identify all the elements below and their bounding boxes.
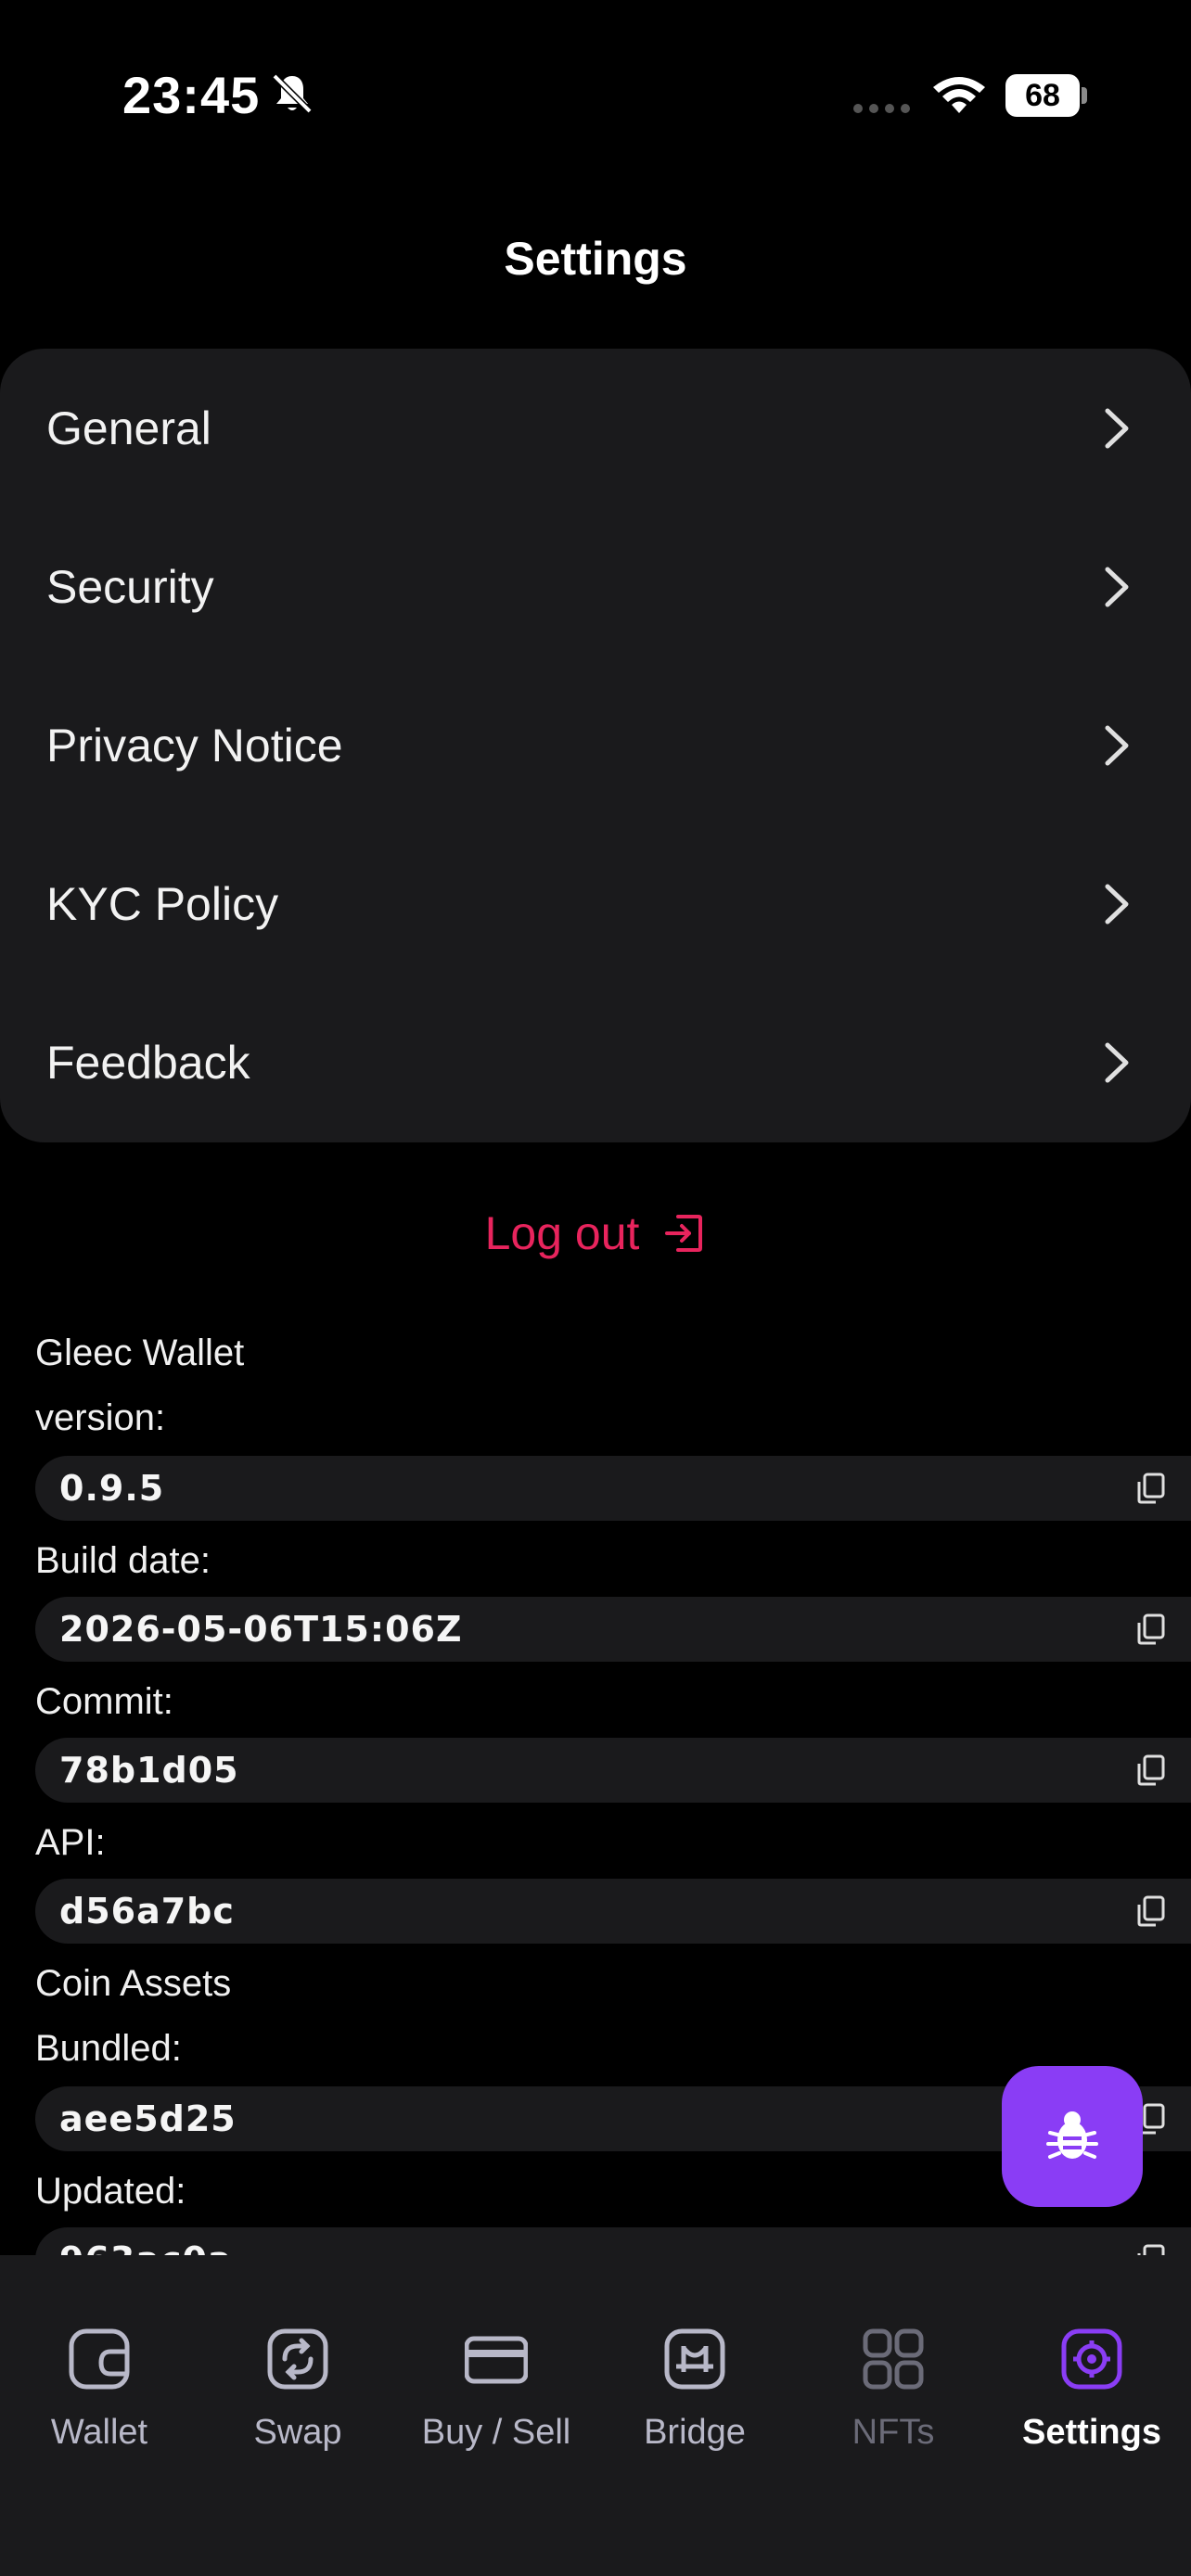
chevron-right-icon xyxy=(1105,884,1129,924)
version-value: 0.9.5 xyxy=(59,1468,165,1509)
logout-icon xyxy=(665,1215,703,1252)
api-value: d56a7bc xyxy=(59,1891,235,1932)
updated-label: Updated: xyxy=(35,2171,186,2212)
menu-item-feedback[interactable]: Feedback xyxy=(0,983,1191,1141)
nav-label: Settings xyxy=(1022,2413,1161,2452)
nav-item-nfts[interactable]: NFTs xyxy=(794,2302,992,2468)
menu-item-privacy-notice[interactable]: Privacy Notice xyxy=(0,666,1191,824)
card-icon xyxy=(465,2336,528,2384)
menu-item-kyc-policy[interactable]: KYC Policy xyxy=(0,824,1191,983)
nav-label: Swap xyxy=(253,2413,342,2452)
menu-item-security[interactable]: Security xyxy=(0,507,1191,666)
logout-label: Log out xyxy=(484,1207,640,1259)
version-label-cont: version: xyxy=(35,1397,166,1438)
battery-indicator: 68 xyxy=(1005,74,1087,117)
menu-item-label: Privacy Notice xyxy=(46,719,343,772)
menu-item-label: Feedback xyxy=(46,1036,250,1089)
nav-item-wallet[interactable]: Wallet xyxy=(0,2302,198,2468)
signal-icon xyxy=(853,104,910,113)
menu-item-label: General xyxy=(46,402,211,454)
bug-icon xyxy=(1046,2111,1098,2159)
battery-level: 68 xyxy=(1005,74,1080,117)
copy-icon[interactable] xyxy=(1135,1754,1167,1786)
bundled-label: Bundled: xyxy=(35,2028,182,2069)
menu-item-label: KYC Policy xyxy=(46,877,279,930)
nav-label: Bridge xyxy=(644,2413,746,2452)
logout-button[interactable]: Log out xyxy=(0,1196,1191,1270)
commit-label: Commit: xyxy=(35,1681,173,1722)
battery-tip xyxy=(1082,87,1087,104)
version-field: 0.9.5 xyxy=(35,1456,1191,1521)
debug-button[interactable] xyxy=(1002,2066,1143,2207)
status-time: 23:45 xyxy=(122,66,261,124)
coin-assets-label: Coin Assets xyxy=(35,1963,232,2004)
chevron-right-icon xyxy=(1105,725,1129,765)
nav-item-swap[interactable]: Swap xyxy=(198,2302,397,2468)
status-bar: 23:45 68 xyxy=(0,0,1191,195)
wifi-icon xyxy=(933,77,985,113)
api-field: d56a7bc xyxy=(35,1879,1191,1944)
bottom-navigation: Wallet Swap Buy / Sell Bridge NFTs Setti… xyxy=(0,2255,1191,2576)
page-title: Settings xyxy=(504,233,687,285)
bundled-value: aee5d25 xyxy=(59,2098,237,2139)
wallet-icon xyxy=(69,2328,130,2390)
commit-value: 78b1d05 xyxy=(59,1750,239,1791)
chevron-right-icon xyxy=(1105,408,1129,448)
menu-item-general[interactable]: General xyxy=(0,349,1191,507)
version-label: Gleec Wallet xyxy=(35,1333,245,1373)
bell-muted-icon xyxy=(272,73,313,114)
nav-label: NFTs xyxy=(852,2413,935,2452)
commit-field: 78b1d05 xyxy=(35,1738,1191,1803)
nav-label: Buy / Sell xyxy=(421,2413,571,2452)
nav-item-buy-sell[interactable]: Buy / Sell xyxy=(397,2302,596,2468)
nav-item-settings[interactable]: Settings xyxy=(992,2302,1191,2468)
build-date-value: 2026-05-06T15:06Z xyxy=(59,1609,463,1650)
copy-icon[interactable] xyxy=(1135,1613,1167,1645)
chevron-right-icon xyxy=(1105,1042,1129,1082)
chevron-right-icon xyxy=(1105,567,1129,606)
settings-screen: 23:45 68 Settings General Security Priva… xyxy=(0,0,1191,2576)
build-date-label: Build date: xyxy=(35,1540,211,1581)
grid-icon xyxy=(863,2328,924,2390)
gear-icon xyxy=(1061,2328,1122,2390)
copy-icon[interactable] xyxy=(1135,1473,1167,1504)
nav-item-bridge[interactable]: Bridge xyxy=(596,2302,794,2468)
swap-icon xyxy=(267,2328,328,2390)
copy-icon[interactable] xyxy=(1135,1895,1167,1927)
menu-item-label: Security xyxy=(46,560,214,613)
build-date-field: 2026-05-06T15:06Z xyxy=(35,1597,1191,1662)
nav-label: Wallet xyxy=(50,2413,148,2452)
api-label: API: xyxy=(35,1822,106,1863)
bridge-icon xyxy=(664,2328,725,2390)
settings-menu: General Security Privacy Notice KYC Poli… xyxy=(0,349,1191,1142)
